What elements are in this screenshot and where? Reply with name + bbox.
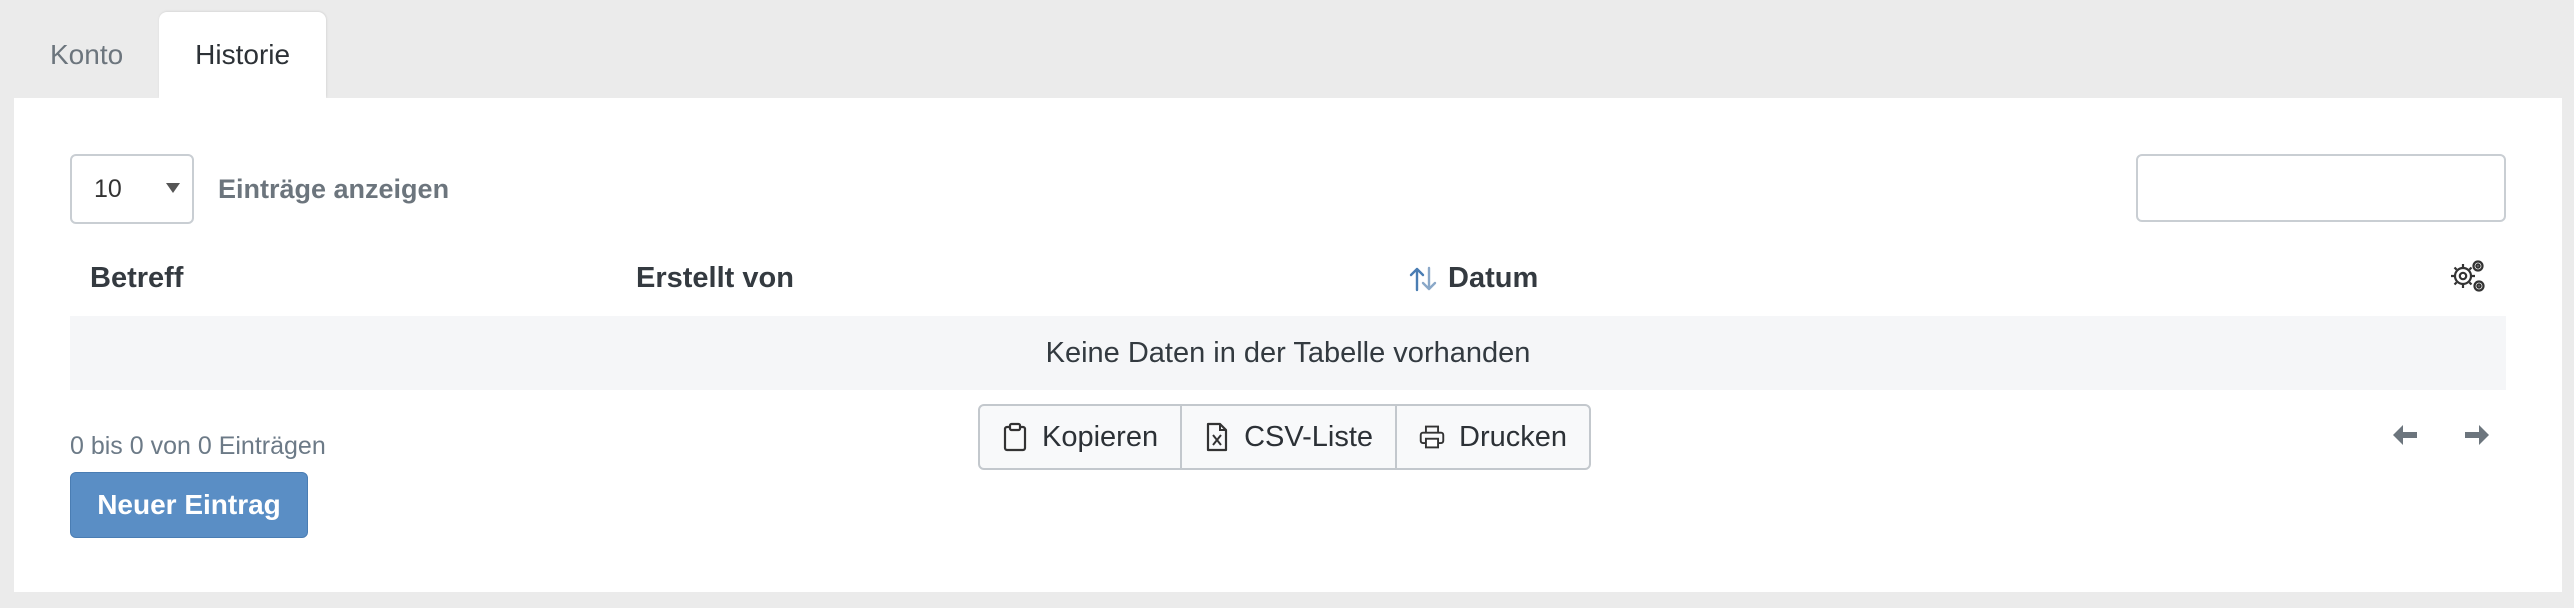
new-entry-button[interactable]: Neuer Eintrag — [70, 472, 308, 538]
csv-button-label: CSV-Liste — [1244, 420, 1374, 453]
column-header-betreff[interactable]: Betreff — [90, 262, 183, 295]
export-button-group: Kopieren CSV-Liste Drucken — [978, 404, 1592, 470]
arrow-left-icon[interactable] — [2390, 422, 2420, 448]
table-empty-row: Keine Daten in der Tabelle vorhanden — [70, 316, 2506, 390]
column-header-datum[interactable]: Datum — [1408, 262, 1538, 295]
search-input[interactable] — [2136, 154, 2506, 222]
copy-button-label: Kopieren — [1042, 420, 1159, 453]
tab-bar: Konto Historie — [14, 12, 327, 98]
print-button-label: Drucken — [1459, 420, 1568, 453]
tab-panel: 10 Einträge anzeigen Betreff Erstellt vo… — [14, 98, 2562, 592]
arrow-right-icon[interactable] — [2462, 422, 2492, 448]
excel-file-icon — [1206, 422, 1228, 452]
column-header-datum-label: Datum — [1448, 262, 1539, 294]
csv-button[interactable]: CSV-Liste — [1182, 406, 1398, 468]
length-label: Einträge anzeigen — [218, 174, 450, 204]
table-info: 0 bis 0 von 0 Einträgen — [70, 432, 326, 460]
copy-button[interactable]: Kopieren — [980, 406, 1183, 468]
caret-down-icon — [166, 183, 180, 193]
print-button[interactable]: Drucken — [1397, 406, 1589, 468]
sort-icon — [1409, 266, 1437, 291]
clipboard-icon — [1003, 422, 1027, 452]
length-value: 10 — [94, 174, 122, 203]
table-header: Betreff Erstellt von Datum — [70, 248, 2506, 316]
tab-historie[interactable]: Historie — [159, 12, 327, 98]
printer-icon — [1419, 425, 1445, 449]
entries-length-select[interactable]: 10 — [70, 154, 194, 224]
column-header-erstellt-von[interactable]: Erstellt von — [636, 262, 794, 295]
pagination — [2390, 422, 2492, 448]
tab-konto[interactable]: Konto — [14, 12, 159, 98]
column-settings-icon[interactable] — [2448, 256, 2488, 296]
